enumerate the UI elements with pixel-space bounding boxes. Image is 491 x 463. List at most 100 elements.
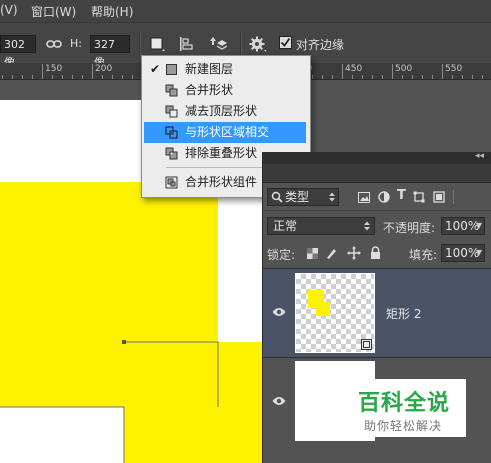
intersect-shape-areas-icon [165,126,178,139]
toolbar-divider [139,32,141,56]
ruler-tick [132,75,133,79]
ruler-tick [32,75,33,79]
search-icon [271,191,283,203]
visibility-eye-icon[interactable] [272,307,286,317]
ruler-tick [102,75,103,79]
ruler-tick [122,75,123,79]
menu-bar: (V) 窗口(W) 帮助(H) [0,0,491,22]
menu-item-label: 新建图层 [185,62,234,76]
type-layer-filter-icon[interactable]: T [397,188,406,203]
ruler-tick [422,75,423,79]
filter-kind-select[interactable]: 类型 [267,188,339,206]
layer-name[interactable]: 矩形 2 [386,305,421,322]
ruler-tick [392,64,393,79]
link-icon[interactable] [45,35,63,53]
fill-field[interactable]: 100% ▼ [441,244,485,262]
smart-object-filter-icon[interactable] [433,191,445,203]
ruler-tick [42,64,43,79]
ruler-tick [322,75,323,79]
ruler-tick [82,75,83,79]
ruler-tick [372,75,373,79]
height-field[interactable]: 327 像 [90,35,130,69]
layer-thumbnail [295,273,375,353]
fill-label: 填充: [409,248,438,262]
layer-filter-row: 类型 T [263,184,491,210]
lock-transparent-pixels-icon[interactable] [307,248,318,259]
layer-row-selected[interactable]: 矩形 2 [263,268,491,357]
align-edges-checkbox[interactable] [279,36,292,49]
ruler-label: 550 [445,64,463,74]
ruler-tick [112,75,113,79]
ruler-tick [342,64,343,79]
ruler-tick [62,75,63,79]
visibility-eye-icon[interactable] [272,396,286,406]
opacity-field[interactable]: 100% ▼ [441,217,485,235]
pixel-layer-filter-icon[interactable] [358,192,370,203]
lock-image-pixels-icon[interactable] [325,246,339,260]
filter-toggle-divider [453,190,454,204]
menu-item-new-layer[interactable]: ✔ 新建图层 [144,59,306,80]
path-arrangement-icon[interactable] [209,35,227,53]
chevron-down-icon: ▼ [475,221,482,230]
blend-mode-value: 正常 [273,219,298,233]
menu-help[interactable]: 帮助(H) [91,3,133,20]
ruler-tick [452,75,453,79]
watermark-logo: 百科全说 助你轻松解决 [348,379,466,437]
gear-icon[interactable] [249,35,267,53]
watermark-title: 百科全说 [358,391,451,416]
panel-header-bar: ◂◂ [263,151,491,164]
ruler-tick [412,75,413,79]
ruler-tick [92,64,93,79]
ruler-tick [72,75,73,79]
panel-tab-strip [263,164,491,183]
opacity-value: 100% [445,219,480,233]
panel-collapse-icon[interactable]: ◂◂ [475,151,484,161]
merge-shape-components-icon [165,176,178,189]
ruler-tick [332,75,333,79]
path-operations-icon[interactable] [148,35,166,53]
menu-item-intersect-shape-areas[interactable]: 与形状区域相交 [144,122,306,143]
align-edges-label: 对齐边缘 [296,38,345,52]
ruler-tick [2,75,3,79]
shape-layer-filter-icon[interactable] [413,191,425,203]
ruler-tick [482,75,483,79]
fill-value: 100% [445,246,480,260]
blend-row: 正常 不透明度: 100% ▼ [263,210,491,239]
toolbar-divider [240,32,242,56]
vector-mask-badge-icon [361,339,372,350]
blend-mode-select[interactable]: 正常 [267,217,375,235]
ruler-tick [442,64,443,79]
ruler-label: 150 [45,64,63,74]
ruler-tick [432,75,433,79]
lock-row: 锁定: 填充: 100% ▼ [263,238,491,268]
chevron-updown-icon [364,221,370,231]
menu-item-label: 合并形状 [185,83,234,97]
new-layer-icon [166,64,177,75]
ruler-tick [382,75,383,79]
subtract-front-shape-icon [165,105,178,118]
opacity-label: 不透明度: [383,221,436,235]
lock-all-icon[interactable] [370,246,381,260]
path-alignment-icon[interactable] [178,35,196,53]
watermark-subtitle: 助你轻松解决 [364,419,443,433]
menu-item-combine-shapes[interactable]: 合并形状 [144,80,306,101]
menu-window[interactable]: 窗口(W) [31,3,76,20]
ruler-tick [52,75,53,79]
lock-label: 锁定: [267,248,296,262]
chevron-updown-icon [329,192,335,202]
ruler-label: 200 [95,64,113,74]
ruler-tick [402,75,403,79]
ruler-tick [362,75,363,79]
filter-kind-label: 类型 [285,190,310,204]
check-mark-icon: ✔ [150,62,161,76]
exclude-overlapping-shapes-icon [165,147,178,160]
ruler-tick [352,75,353,79]
width-field[interactable]: 302 像 [0,35,36,69]
adjustment-layer-filter-icon[interactable] [378,191,390,203]
menu-item-label: 与形状区域相交 [185,125,270,139]
menu-view[interactable]: (V) [0,3,18,17]
menu-item-label: 减去顶层形状 [185,104,258,118]
ruler-tick [22,75,23,79]
menu-item-subtract-front-shape[interactable]: 减去顶层形状 [144,101,306,122]
lock-position-icon[interactable] [347,246,361,260]
